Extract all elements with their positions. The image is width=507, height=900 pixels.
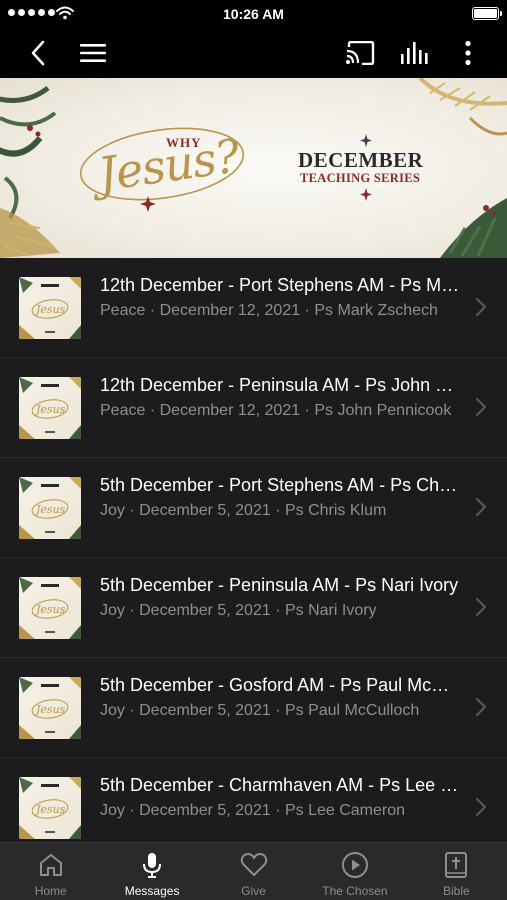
banner-series-title: DECEMBER — [298, 148, 424, 172]
message-thumbnail: Jesus — [19, 777, 81, 839]
message-row[interactable]: Jesus 12th December - Port Stephens AM -… — [0, 258, 507, 358]
banner-decoration — [0, 78, 507, 258]
tab-bible[interactable]: Bible — [406, 843, 507, 900]
menu-button[interactable] — [76, 36, 110, 70]
message-meta: Joy · December 5, 2021 · Ps Lee Cameron — [100, 802, 406, 819]
heart-icon — [240, 853, 267, 876]
message-row[interactable]: Jesus 5th December - Port Stephens AM - … — [0, 458, 507, 558]
message-title: 5th December - Gosford AM - Ps Paul McCu… — [100, 675, 462, 695]
message-title: 5th December - Port Stephens AM - Ps Chr… — [100, 475, 462, 495]
home-icon — [39, 854, 62, 876]
banner-series-subtitle: TEACHING SERIES — [300, 171, 421, 185]
tab-label: Give — [241, 884, 266, 898]
message-thumbnail: Jesus — [19, 477, 81, 539]
chevron-right-icon — [476, 398, 486, 416]
message-meta: Joy · December 5, 2021 · Ps Nari Ivory — [100, 602, 377, 619]
chevron-right-icon — [476, 598, 486, 616]
audio-bars-icon — [401, 42, 428, 64]
tab-give[interactable]: Give — [203, 843, 304, 900]
pine-branch-right-decoration — [418, 78, 507, 258]
message-title: 12th December - Port Stephens AM - Ps Ma… — [100, 275, 462, 295]
series-artwork-image: Jesus — [19, 477, 81, 539]
status-bar: 10:26 AM — [0, 0, 507, 28]
chevron-right-icon — [476, 698, 486, 716]
cast-button[interactable] — [343, 36, 377, 70]
tab-label: Bible — [442, 884, 470, 898]
message-thumbnail: Jesus — [19, 677, 81, 739]
message-meta: Joy · December 5, 2021 · Ps Chris Klum — [100, 502, 387, 519]
pine-branch-left-decoration — [0, 85, 60, 258]
hamburger-menu-icon — [80, 44, 106, 62]
tab-label: Home — [34, 884, 67, 898]
series-banner: WHY Jesus? DECEMBER TEACHING SERIES — [0, 78, 507, 258]
series-artwork-image: Jesus — [19, 377, 81, 439]
svg-text:Jesus: Jesus — [34, 303, 66, 316]
svg-text:Jesus: Jesus — [34, 703, 66, 716]
chevron-left-icon — [31, 40, 45, 66]
message-thumbnail: Jesus — [19, 377, 81, 439]
svg-text:Jesus: Jesus — [34, 403, 66, 416]
battery-icon — [472, 7, 502, 20]
navigation-bar — [0, 28, 507, 78]
tab-the-chosen[interactable]: The Chosen — [304, 843, 405, 900]
series-artwork-image: Jesus — [19, 677, 81, 739]
bible-icon — [445, 852, 468, 878]
message-row[interactable]: Jesus 12th December - Peninsula AM - Ps … — [0, 358, 507, 458]
svg-text:Jesus: Jesus — [34, 803, 66, 816]
tab-label: The Chosen — [322, 884, 388, 898]
play-circle-icon — [341, 852, 368, 878]
microphone-icon — [143, 853, 162, 878]
chevron-right-icon — [476, 498, 486, 516]
status-time: 10:26 AM — [223, 6, 284, 22]
message-row[interactable]: Jesus 5th December - Peninsula AM - Ps N… — [0, 558, 507, 658]
message-title: 5th December - Peninsula AM - Ps Nari Iv… — [100, 575, 459, 595]
back-button[interactable] — [21, 36, 55, 70]
message-meta: Peace · December 12, 2021 · Ps John Penn… — [100, 402, 452, 419]
message-thumbnail: Jesus — [19, 577, 81, 639]
tab-label: Messages — [124, 884, 180, 898]
svg-text:Jesus: Jesus — [34, 603, 66, 616]
star-icon — [360, 134, 372, 147]
tab-messages[interactable]: Messages — [101, 843, 202, 900]
series-artwork-image: Jesus — [19, 577, 81, 639]
series-artwork-image: Jesus — [19, 777, 81, 839]
messages-list: Jesus 12th December - Port Stephens AM -… — [0, 258, 507, 842]
message-title: 5th December - Charmhaven AM - Ps Lee Ca… — [100, 775, 462, 795]
more-options-button[interactable] — [451, 36, 485, 70]
message-meta: Joy · December 5, 2021 · Ps Paul McCullo… — [100, 702, 420, 719]
message-thumbnail: Jesus — [19, 277, 81, 339]
chevron-right-icon — [476, 798, 486, 816]
tab-bar: Home Messages Give The Chosen Bible — [0, 842, 507, 900]
series-artwork-image: Jesus — [19, 277, 81, 339]
cast-icon — [346, 41, 375, 65]
chevron-right-icon — [476, 298, 486, 316]
star-icon — [360, 188, 372, 201]
vertical-ellipsis-icon — [465, 40, 471, 66]
audio-button[interactable] — [398, 36, 432, 70]
message-row[interactable]: Jesus 5th December - Gosford AM - Ps Pau… — [0, 658, 507, 758]
svg-text:Jesus: Jesus — [34, 503, 66, 516]
message-title: 12th December - Peninsula AM - Ps John P… — [100, 375, 462, 395]
message-meta: Peace · December 12, 2021 · Ps Mark Zsch… — [100, 302, 438, 319]
tab-home[interactable]: Home — [0, 843, 101, 900]
message-row[interactable]: Jesus 5th December - Charmhaven AM - Ps … — [0, 758, 507, 842]
